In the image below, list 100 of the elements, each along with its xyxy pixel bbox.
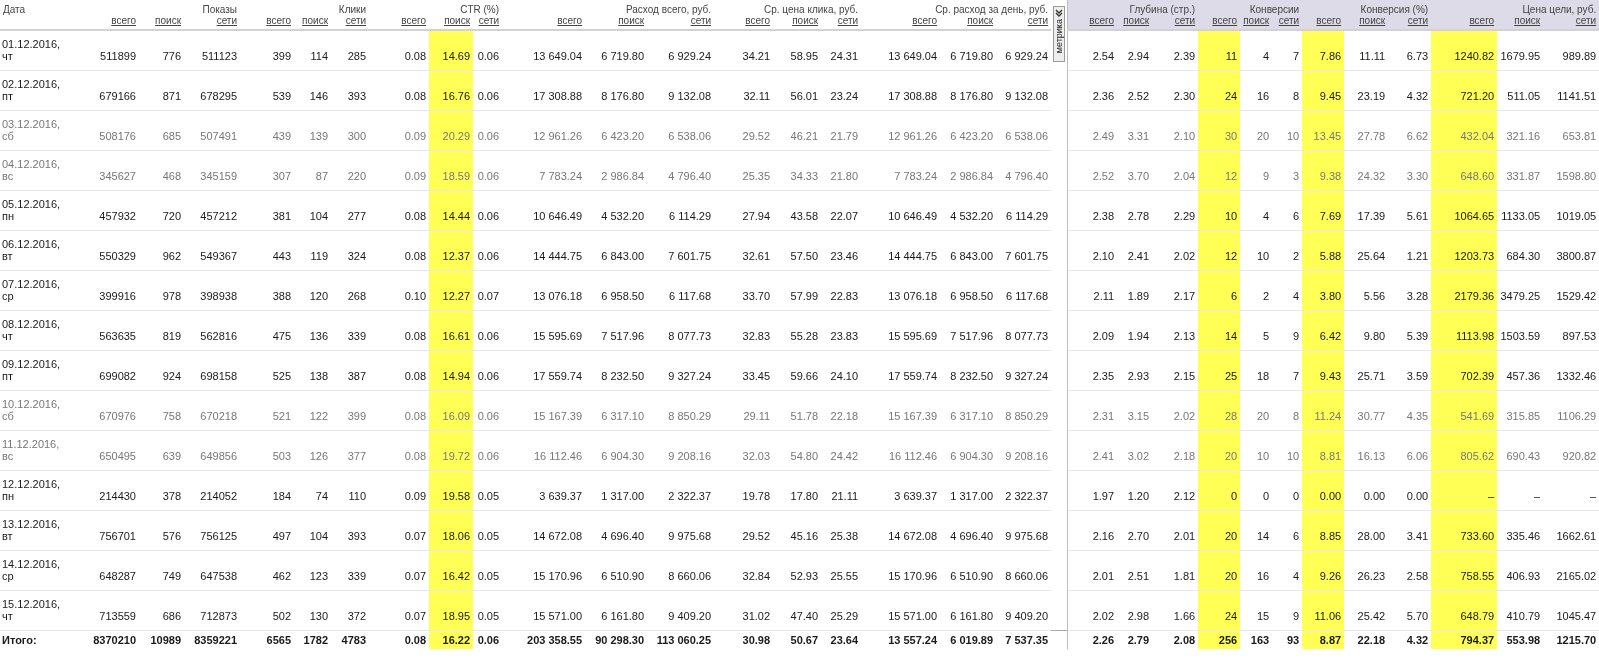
column-header[interactable]: всего [1067, 15, 1118, 30]
table-cell: 3 639.37 [502, 470, 586, 510]
column-header[interactable]: поиск [294, 15, 332, 30]
column-header[interactable]: всего [86, 15, 139, 30]
column-header[interactable]: поиск [1344, 15, 1389, 30]
table-cell: 9.80 [1344, 310, 1389, 350]
table-cell: 989.89 [1543, 30, 1599, 70]
table-cell: 6 904.30 [940, 430, 997, 470]
table-cell: 749 [139, 550, 184, 590]
table-cell: 57.99 [773, 270, 822, 310]
table-cell: 372 [331, 590, 370, 630]
table-cell: 11 [1198, 30, 1241, 70]
column-header[interactable]: поиск [773, 15, 822, 30]
table-cell: 29.11 [714, 390, 774, 430]
table-cell: 457212 [184, 190, 241, 230]
column-header[interactable]: поиск [139, 15, 184, 30]
table-cell: 8 077.73 [996, 310, 1052, 350]
table-cell: 6 117.68 [996, 270, 1052, 310]
table-cell: 114 [294, 30, 332, 70]
column-header[interactable]: всего [502, 15, 586, 30]
table-cell: 6 719.80 [940, 30, 997, 70]
column-header[interactable]: поиск [940, 15, 997, 30]
table-cell: 6 114.29 [996, 190, 1052, 230]
table-cell: 14 444.75 [502, 230, 586, 270]
column-group-header: Глубина (стр.) [1067, 0, 1199, 15]
column-header[interactable]: поиск [1117, 15, 1153, 30]
table-cell: 406.93 [1497, 550, 1544, 590]
column-header[interactable]: сети [821, 15, 862, 30]
table-cell: 24 [1198, 590, 1241, 630]
table-cell: 7 517.96 [940, 310, 997, 350]
table-cell: 17.80 [773, 470, 822, 510]
table-cell: 14 672.08 [502, 510, 586, 550]
table-cell: 758.55 [1431, 550, 1498, 590]
table-cell: 508176 [86, 110, 139, 150]
table-cell: 6 114.29 [647, 190, 715, 230]
table-cell: 6.42 [1302, 310, 1345, 350]
table-cell: 3.31 [1117, 110, 1153, 150]
table-cell: 16 [1240, 70, 1273, 110]
table-cell: 18.59 [429, 150, 474, 190]
total-cell: 10989 [139, 630, 184, 649]
table-cell: 27.78 [1344, 110, 1389, 150]
column-header[interactable]: поиск [585, 15, 648, 30]
metrika-tab[interactable]: метрика [1053, 6, 1066, 62]
table-cell: 1.20 [1117, 470, 1153, 510]
table-cell: 58.95 [773, 30, 822, 70]
column-header[interactable]: сети [473, 15, 503, 30]
column-header[interactable]: сети [996, 15, 1052, 30]
table-cell: 8 176.80 [585, 70, 648, 110]
table-cell: 0.00 [1302, 470, 1345, 510]
table-cell: 0.06 [473, 70, 503, 110]
table-cell: 924 [139, 350, 184, 390]
column-header[interactable]: сети [1388, 15, 1432, 30]
total-cell: 8370210 [86, 630, 139, 649]
table-cell: 1.94 [1117, 310, 1153, 350]
column-header[interactable]: поиск [1497, 15, 1544, 30]
column-header[interactable]: всего [861, 15, 941, 30]
column-header[interactable]: сети [331, 15, 370, 30]
table-cell: 2165.02 [1543, 550, 1599, 590]
table-cell: 104 [294, 190, 332, 230]
table-cell: 11.06 [1302, 590, 1345, 630]
table-cell: 1598.80 [1543, 150, 1599, 190]
column-header[interactable]: сети [1152, 15, 1199, 30]
table-cell: 14 672.08 [861, 510, 941, 550]
table-cell: 18 [1240, 350, 1273, 390]
table-cell: 13 076.18 [502, 270, 586, 310]
table-cell: 648.79 [1431, 590, 1498, 630]
column-header[interactable]: всего [1302, 15, 1345, 30]
column-header[interactable]: сети [184, 15, 241, 30]
table-cell: 28.00 [1344, 510, 1389, 550]
column-header[interactable]: всего [369, 15, 430, 30]
table-cell: 653.81 [1543, 110, 1599, 150]
table-cell: 511.05 [1497, 70, 1544, 110]
column-header[interactable]: сети [647, 15, 715, 30]
table-cell: 6 538.06 [996, 110, 1052, 150]
column-header[interactable]: всего [1198, 15, 1241, 30]
table-cell: 12.27 [429, 270, 474, 310]
table-cell: 0.05 [473, 470, 503, 510]
table-cell: 138 [294, 350, 332, 390]
table-cell: 4 796.40 [647, 150, 715, 190]
table-cell: 685 [139, 110, 184, 150]
total-cell: 8359221 [184, 630, 241, 649]
column-header[interactable]: сети [1272, 15, 1303, 30]
table-cell: 399 [240, 30, 295, 70]
table-cell: 17 559.74 [861, 350, 941, 390]
column-header[interactable]: сети [1543, 15, 1599, 30]
table-cell: 2.31 [1067, 390, 1118, 430]
column-header[interactable]: всего [240, 15, 295, 30]
table-cell: 439 [240, 110, 295, 150]
total-cell: 2.26 [1067, 630, 1118, 649]
table-cell: 2 322.37 [647, 470, 715, 510]
table-cell: 2.93 [1117, 350, 1153, 390]
table-cell: 21.79 [821, 110, 862, 150]
column-header[interactable]: поиск [1240, 15, 1273, 30]
column-header[interactable]: всего [714, 15, 774, 30]
table-cell: 432.04 [1431, 110, 1498, 150]
table-cell: 690.43 [1497, 430, 1544, 470]
table-cell: 6 161.80 [940, 590, 997, 630]
column-header[interactable]: всего [1431, 15, 1498, 30]
table-cell: 23.83 [821, 310, 862, 350]
table-cell: 670218 [184, 390, 241, 430]
